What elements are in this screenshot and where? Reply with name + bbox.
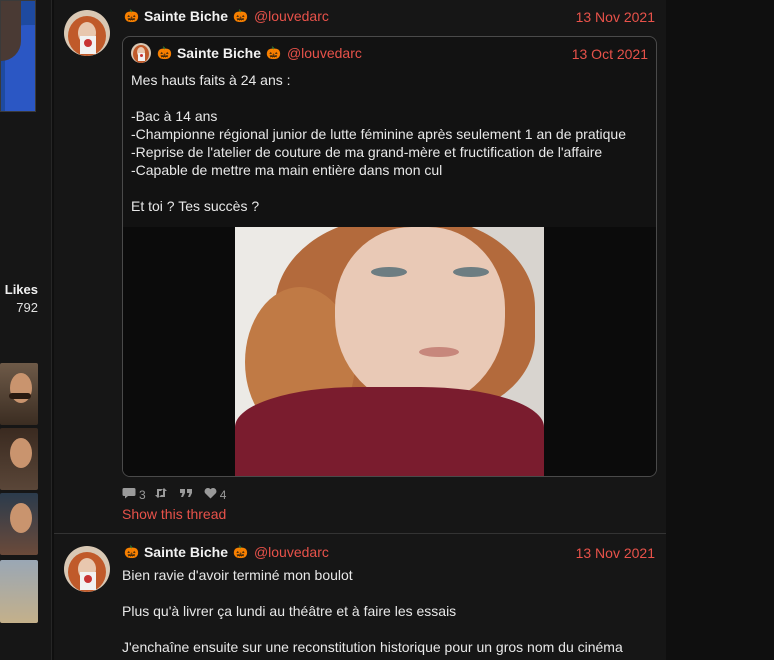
pumpkin-icon: 🎃	[124, 9, 139, 23]
like-count: 4	[219, 487, 227, 502]
quoted-tweet-header: 🎃 Sainte Biche 🎃 @louvedarc	[155, 45, 362, 61]
tweet-text: Bien ravie d'avoir terminé mon boulot Pl…	[122, 566, 657, 656]
media-thumbnail[interactable]	[0, 493, 38, 555]
text-line: Plus qu'à livrer ça lundi au théâtre et …	[122, 603, 457, 619]
text-line: -Reprise de l'atelier de couture de ma g…	[131, 144, 603, 160]
heart-icon	[204, 487, 217, 502]
likes-count: 792	[16, 300, 38, 315]
speech-bubble-icon	[122, 487, 136, 502]
media-thumbnail[interactable]	[0, 363, 38, 425]
pumpkin-icon: 🎃	[124, 545, 139, 559]
display-name[interactable]: Sainte Biche	[144, 8, 228, 24]
reply-count: 3	[139, 487, 146, 502]
tweet-header: 🎃 Sainte Biche 🎃 @louvedarc	[122, 544, 329, 560]
user-handle[interactable]: @louvedarc	[254, 544, 329, 560]
right-margin	[666, 0, 774, 660]
reply-button[interactable]: 3	[122, 487, 146, 502]
avatar[interactable]	[131, 43, 151, 63]
text-line	[122, 584, 657, 602]
quote-button[interactable]	[179, 487, 196, 502]
quoted-tweet[interactable]: 🎃 Sainte Biche 🎃 @louvedarc 13 Oct 2021 …	[122, 36, 657, 477]
media-thumbnail[interactable]	[0, 560, 38, 623]
tweet: 🎃 Sainte Biche 🎃 @louvedarc 13 Nov 2021 …	[54, 0, 666, 534]
user-handle[interactable]: @louvedarc	[287, 45, 362, 61]
avatar[interactable]	[64, 10, 110, 56]
quoted-tweet-date[interactable]: 13 Oct 2021	[572, 46, 648, 62]
retweet-icon	[154, 487, 168, 502]
display-name[interactable]: Sainte Biche	[144, 544, 228, 560]
left-sidebar: Likes 792	[0, 0, 52, 660]
tweet-date[interactable]: 13 Nov 2021	[576, 545, 655, 561]
tweet: 🎃 Sainte Biche 🎃 @louvedarc 13 Nov 2021 …	[54, 534, 666, 660]
tweet-photo[interactable]	[235, 227, 544, 476]
quoted-tweet-text: Mes hauts faits à 24 ans : -Bac à 14 ans…	[131, 71, 651, 215]
display-name[interactable]: Sainte Biche	[177, 45, 261, 61]
text-line: Mes hauts faits à 24 ans :	[131, 72, 291, 88]
text-line: Bien ravie d'avoir terminé mon boulot	[122, 567, 353, 583]
text-line: -Bac à 14 ans	[131, 108, 218, 124]
text-line	[131, 179, 651, 197]
media-container	[123, 227, 656, 476]
quote-icon	[179, 487, 193, 502]
user-handle[interactable]: @louvedarc	[254, 8, 329, 24]
text-line: -Championne régional junior de lutte fém…	[131, 126, 626, 142]
text-line: Et toi ? Tes succès ?	[131, 198, 260, 214]
tweet-feed: 🎃 Sainte Biche 🎃 @louvedarc 13 Nov 2021 …	[54, 0, 666, 660]
profile-banner-image	[0, 0, 36, 112]
text-line: J'enchaîne ensuite sur une reconstitutio…	[122, 639, 623, 655]
media-thumbnail[interactable]	[0, 428, 38, 490]
text-line	[122, 620, 657, 638]
tweet-date[interactable]: 13 Nov 2021	[576, 9, 655, 25]
pumpkin-icon: 🎃	[157, 46, 172, 60]
like-button[interactable]: 4	[204, 487, 227, 502]
text-line: -Capable de mettre ma main entière dans …	[131, 162, 443, 178]
tweet-actions: 3 4	[122, 487, 234, 502]
likes-stat[interactable]: Likes 792	[0, 282, 38, 315]
retweet-button[interactable]	[154, 487, 171, 502]
text-line	[131, 89, 651, 107]
pumpkin-icon: 🎃	[232, 545, 248, 559]
show-thread-link[interactable]: Show this thread	[122, 506, 226, 522]
avatar[interactable]	[64, 546, 110, 592]
pumpkin-icon: 🎃	[232, 9, 248, 23]
tweet-header: 🎃 Sainte Biche 🎃 @louvedarc	[122, 8, 329, 24]
pumpkin-icon: 🎃	[265, 46, 281, 60]
likes-label: Likes	[4, 282, 38, 297]
